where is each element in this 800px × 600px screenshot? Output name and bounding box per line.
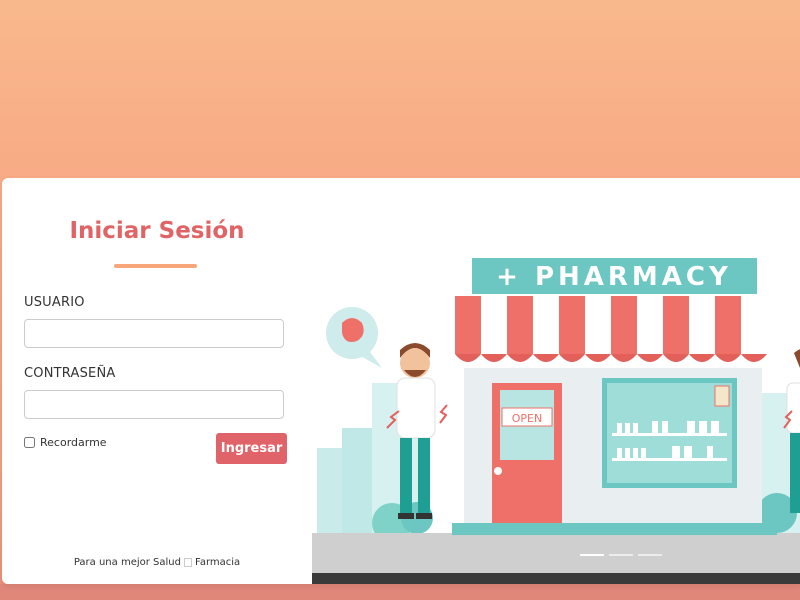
carousel-dot-1[interactable] xyxy=(580,554,604,556)
carousel-dot-3[interactable] xyxy=(638,554,662,556)
carousel-indicators xyxy=(580,554,662,556)
pharmacy-illustration: + PHARMACY OPEN xyxy=(312,178,800,584)
pharmacy-scene: + PHARMACY OPEN xyxy=(312,178,800,584)
password-input[interactable] xyxy=(24,390,284,419)
carousel-dot-2[interactable] xyxy=(609,554,633,556)
bottom-strip xyxy=(0,584,800,600)
footer-text-before: Para una mejor Salud xyxy=(73,557,181,568)
login-form: Iniciar Sesión USUARIO CONTRASEÑA Record… xyxy=(2,178,312,584)
street xyxy=(312,573,800,584)
heart-icon xyxy=(183,557,192,567)
pharmacy-sign-text: + PHARMACY xyxy=(496,262,732,292)
username-label: USUARIO xyxy=(24,295,85,310)
password-label: CONTRASEÑA xyxy=(24,366,116,381)
store-base xyxy=(452,523,777,535)
footer-text-after: Farmacia xyxy=(194,557,241,568)
remember-label: Recordarme xyxy=(40,436,107,449)
title-underline xyxy=(114,264,197,268)
remember-me[interactable]: Recordarme xyxy=(24,436,107,449)
open-sign-text: OPEN xyxy=(512,412,542,425)
awning xyxy=(455,296,773,362)
footer-note: Para una mejor Salud Farmacia xyxy=(2,557,312,568)
store-awning-edge xyxy=(464,356,762,368)
page-title: Iniciar Sesión xyxy=(69,218,245,244)
remember-checkbox[interactable] xyxy=(24,437,35,448)
login-button[interactable]: Ingresar xyxy=(216,433,287,464)
login-card: Iniciar Sesión USUARIO CONTRASEÑA Record… xyxy=(2,178,800,584)
username-input[interactable] xyxy=(24,319,284,348)
